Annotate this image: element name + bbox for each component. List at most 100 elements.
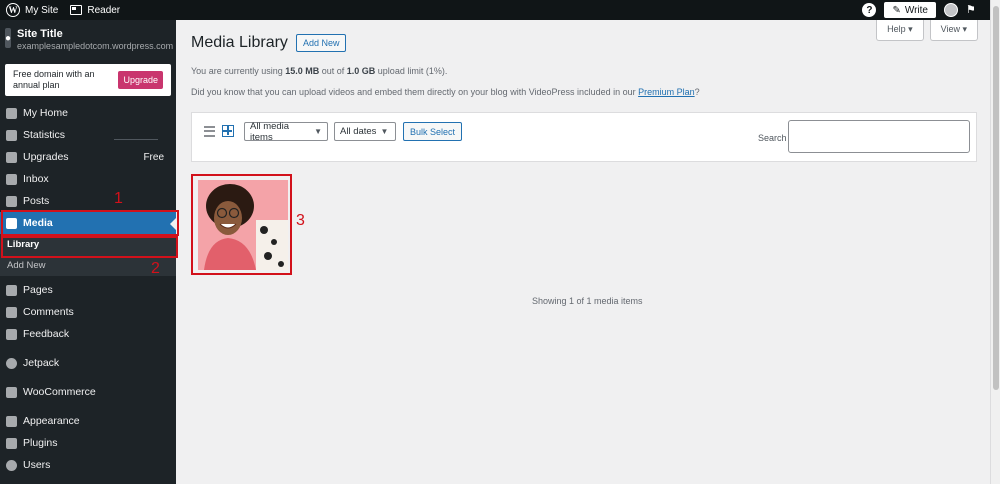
view-tab[interactable]: View ▾: [929, 20, 978, 41]
my-site-link[interactable]: W My Site: [0, 0, 64, 20]
sidebar-item-users[interactable]: Users: [0, 454, 176, 476]
home-icon: [6, 107, 17, 119]
help-tab[interactable]: Help ▾: [876, 20, 924, 41]
site-url: examplesampledotcom.wordpress.com: [17, 41, 174, 51]
laughing-woman-photo: [198, 180, 288, 270]
scrollbar[interactable]: [990, 0, 1000, 484]
usage-mid: out of: [319, 66, 347, 76]
sidebar-item-label: Jetpack: [23, 357, 60, 369]
pages-icon: [6, 284, 17, 296]
admin-bar: W My Site Reader ? ✎ Write ⚑: [0, 0, 990, 20]
free-badge: Free: [143, 151, 164, 163]
reader-icon: [70, 5, 83, 15]
sidebar-item-appearance[interactable]: Appearance: [0, 410, 176, 432]
woo-icon: [6, 386, 17, 398]
sidebar-item-label: Users: [23, 459, 51, 471]
search-input[interactable]: [788, 120, 970, 153]
jetpack-icon: [6, 357, 17, 369]
stats-icon: [6, 129, 17, 141]
site-card[interactable]: ● Site Title examplesampledotcom.wordpre…: [0, 20, 176, 60]
sidebar-item-woocommerce[interactable]: WooCommerce: [0, 381, 176, 403]
sidebar-item-upgrades[interactable]: Upgrades Free: [0, 146, 176, 168]
domain-promo: Free domain with an annual plan Upgrade: [5, 64, 171, 96]
sidebar-item-label: Inbox: [23, 173, 49, 185]
media-type-filter[interactable]: All media items ▼: [244, 120, 328, 143]
comments-icon: [6, 306, 17, 318]
showing-count: Showing 1 of 1 media items: [532, 296, 643, 306]
pin-icon: [6, 195, 17, 207]
users-icon: [6, 459, 17, 471]
grid-view-icon[interactable]: [222, 125, 234, 137]
plug-icon: [6, 437, 17, 449]
sidebar-item-label: Plugins: [23, 437, 58, 449]
sidebar-item-feedback[interactable]: Feedback: [0, 323, 176, 345]
sidebar-item-label: Upgrades: [23, 151, 69, 163]
screen-tabs: Help ▾ View ▾: [876, 20, 978, 41]
sidebar-item-label: Pages: [23, 284, 53, 296]
videopress-notice: Did you know that you can upload videos …: [191, 87, 700, 97]
usage-suffix: upload limit (1%).: [375, 66, 448, 76]
divider: [114, 139, 158, 140]
usage-prefix: You are currently using: [191, 66, 286, 76]
videopress-end: ?: [694, 87, 700, 97]
pen-icon: ✎: [892, 4, 901, 16]
annotation-label-2: 2: [151, 260, 160, 277]
media-toolbar: All media items ▼ All dates ▼ Bulk Select …: [191, 112, 977, 162]
reader-label: Reader: [87, 4, 121, 16]
usage-used: 15.0 MB: [285, 66, 320, 76]
date-value: All dates: [340, 126, 377, 137]
sidebar-item-inbox[interactable]: Inbox: [0, 168, 176, 190]
page-title: Media Library: [191, 34, 288, 51]
submenu-add-new[interactable]: Add New: [0, 255, 176, 276]
annotation-box-media: [1, 210, 179, 236]
inbox-icon: [6, 173, 17, 185]
annotation-box-library: [1, 236, 178, 258]
date-filter[interactable]: All dates ▼: [334, 122, 396, 141]
sidebar-item-label: Appearance: [23, 415, 80, 427]
write-label: Write: [904, 4, 928, 16]
sidebar-item-posts[interactable]: Posts: [0, 190, 176, 212]
sidebar-item-label: Comments: [23, 306, 74, 318]
notifications-bell-icon[interactable]: ⚑: [966, 4, 978, 16]
write-button[interactable]: ✎ Write: [884, 2, 936, 18]
sidebar-item-my-home[interactable]: My Home: [0, 102, 176, 124]
brush-icon: [6, 415, 17, 427]
sidebar-item-label: Statistics: [23, 129, 66, 141]
sidebar-item-label: My Home: [23, 107, 68, 119]
reader-link[interactable]: Reader: [64, 0, 126, 20]
feedback-icon: [6, 328, 17, 340]
sidebar-menu: My Home Statistics Upgrades Free Inbox Po…: [0, 102, 176, 476]
chevron-down-icon: ▼: [380, 127, 389, 136]
sidebar-item-label: WooCommerce: [23, 386, 96, 398]
promo-text: Free domain with an annual plan: [13, 69, 95, 90]
search-label: Search: [758, 133, 787, 143]
main-content: Help ▾ View ▾ Media Library Add New You …: [176, 20, 990, 484]
media-item-thumbnail[interactable]: [198, 180, 288, 270]
sidebar-item-comments[interactable]: Comments: [0, 301, 176, 323]
wordpress-logo-icon: W: [6, 3, 20, 17]
site-title: Site Title: [17, 28, 63, 40]
site-globe-icon: ●: [5, 28, 12, 48]
sidebar-item-label: Feedback: [23, 328, 70, 340]
chevron-down-icon: ▼: [314, 127, 322, 136]
sidebar-item-label: Posts: [23, 195, 50, 207]
avatar[interactable]: [944, 3, 958, 17]
scrollbar-thumb[interactable]: [993, 6, 999, 390]
upgrade-button[interactable]: Upgrade: [118, 71, 163, 89]
bulk-select-button[interactable]: Bulk Select: [403, 122, 463, 141]
media-type-value: All media items: [250, 120, 290, 143]
usage-total: 1.0 GB: [346, 66, 376, 76]
sidebar-item-jetpack[interactable]: Jetpack: [0, 352, 176, 374]
my-site-label: My Site: [25, 4, 59, 16]
sidebar-item-statistics[interactable]: Statistics: [0, 124, 176, 146]
premium-plan-link[interactable]: Premium Plan: [638, 87, 695, 97]
help-icon[interactable]: ?: [862, 3, 877, 17]
annotation-label-1: 1: [114, 190, 123, 207]
usage-notice: You are currently using 15.0 MB out of 1…: [191, 66, 447, 76]
upgrades-icon: [6, 151, 17, 163]
videopress-text: Did you know that you can upload videos …: [191, 87, 639, 97]
add-new-button[interactable]: Add New: [295, 34, 347, 52]
sidebar-item-plugins[interactable]: Plugins: [0, 432, 176, 454]
list-view-icon[interactable]: [204, 126, 215, 137]
sidebar-item-pages[interactable]: Pages: [0, 279, 176, 301]
